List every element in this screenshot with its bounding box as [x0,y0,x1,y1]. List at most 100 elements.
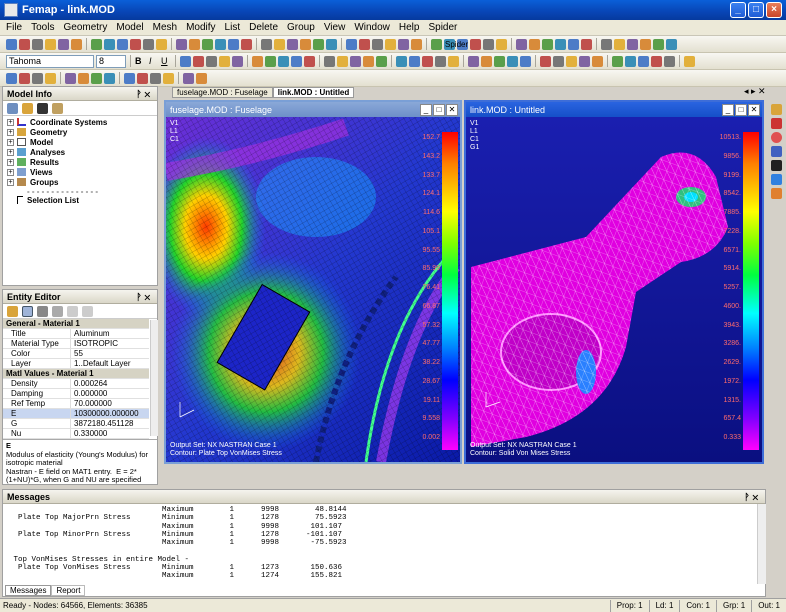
toolbar-tool-icon[interactable] [206,55,217,67]
tree-item-analyses[interactable]: + Analyses [3,147,157,157]
toolbar-tool-icon[interactable] [32,72,43,84]
toolbar-tool-icon[interactable] [592,55,603,67]
view-maximize-button[interactable]: □ [433,103,445,116]
toolbar-tool-icon[interactable] [431,38,442,50]
toolbar-tool-icon[interactable] [579,55,590,67]
toolbar-tool-icon[interactable] [278,55,289,67]
minimize-button[interactable]: _ [730,2,746,18]
property-section-header[interactable]: General - Material 1 [3,319,149,329]
toolbar-tool-icon[interactable] [252,55,263,67]
editor-tool-icon[interactable] [52,306,63,317]
property-row[interactable]: Nu 0.330000 [3,429,149,439]
toolbar-tool-icon[interactable] [6,72,17,84]
document-tab-controls[interactable]: ◂ ▸ ✕ [744,86,766,97]
panel-pin-close-icon[interactable]: ᚹ✕ [136,89,153,99]
tree-tool-icon[interactable] [52,103,63,114]
toolbar-tool-icon[interactable] [313,38,324,50]
toolbar-tool-icon[interactable] [529,38,540,50]
property-row[interactable]: Material Type ISOTROPIC [3,339,149,349]
tree-item-model[interactable]: + Model [3,137,157,147]
maximize-button[interactable]: □ [748,2,764,18]
tab-report[interactable]: Report [51,585,86,596]
toolbar-tool-icon[interactable] [19,38,30,50]
toolbar-tool-icon[interactable] [601,38,612,50]
toolbar-tool-icon[interactable] [287,38,298,50]
menu-spider[interactable]: Spider [428,22,457,33]
menu-delete[interactable]: Delete [249,22,278,33]
side-tool-icon[interactable] [770,160,782,171]
view-maximize-button[interactable]: □ [735,103,747,116]
toolbar-tool-icon[interactable] [163,72,174,84]
menu-list[interactable]: List [225,22,241,33]
bold-icon[interactable]: B [135,56,147,66]
view-minimize-button[interactable]: _ [420,103,432,116]
tree-tool-icon[interactable] [7,103,18,114]
tree-tool-icon[interactable] [37,103,48,114]
property-row-selected[interactable]: E 10300000.000000 [3,409,149,419]
toolbar-tool-icon[interactable] [300,38,311,50]
toolbar-tool-icon[interactable] [65,72,76,84]
tab-link[interactable]: link.MOD : Untitled [272,87,355,98]
toolbar-tool-icon[interactable] [183,72,194,84]
property-row[interactable]: Ref Temp 70.000000 [3,399,149,409]
toolbar-tool-icon[interactable] [396,55,407,67]
toolbar-tool-icon[interactable] [45,38,56,50]
tree-item-results[interactable]: + Results [3,157,157,167]
toolbar-tool-icon[interactable] [385,38,396,50]
toolbar-tool-icon[interactable] [568,38,579,50]
side-tool-icon[interactable] [770,146,782,157]
toolbar-tool-icon[interactable] [215,38,226,50]
toolbar-tool-icon[interactable] [6,38,17,50]
toolbar-tool-icon[interactable] [494,55,505,67]
toolbar-tool-icon[interactable] [71,38,82,50]
property-row[interactable]: Title Aluminum [3,329,149,339]
editor-tool-icon[interactable] [7,306,18,317]
tree-item-groups[interactable]: + Groups [3,177,157,187]
toolbar-tool-icon[interactable] [337,55,348,67]
toolbar-tool-icon[interactable] [483,38,494,50]
tab-messages[interactable]: Messages [5,585,52,596]
toolbar-tool-icon[interactable] [448,55,459,67]
toolbar-tool-icon[interactable] [363,55,374,67]
toolbar-tool-icon[interactable] [304,55,315,67]
panel-pin-close-icon[interactable]: ᚹ✕ [136,292,153,302]
toolbar-tool-icon[interactable] [468,55,479,67]
toolbar-tool-icon[interactable] [124,72,135,84]
property-row[interactable]: G 3872180.451128 [3,419,149,429]
toolbar-tool-icon[interactable] [180,55,191,67]
side-tool-icon[interactable] [770,188,782,199]
fuselage-viewport[interactable]: fuselage.MOD : Fuselage _ □ ✕ V1 L1 C1 152.7… [164,100,462,464]
toolbar-tool-icon[interactable] [625,55,636,67]
link-viewport[interactable]: link.MOD : Untitled _ □ ✕ V1 L1 C1 G1 10513. 9… [464,100,764,464]
toolbar-tool-icon[interactable] [104,38,115,50]
property-row[interactable]: Layer 1..Default Layer [3,359,149,369]
menu-view[interactable]: View [324,22,346,33]
side-tool-icon[interactable] [770,104,782,115]
panel-pin-close-icon[interactable]: ᚹ✕ [744,492,761,502]
toolbar-tool-icon[interactable] [581,38,592,50]
toolbar-tool-icon[interactable] [176,38,187,50]
font-size-combo[interactable]: 8 [96,54,126,68]
toolbar-tool-icon[interactable] [291,55,302,67]
toolbar-tool-icon[interactable] [232,55,243,67]
toolbar-tool-icon[interactable] [189,38,200,50]
menu-tools[interactable]: Tools [31,22,54,33]
italic-icon[interactable]: I [149,56,159,66]
close-button[interactable]: × [766,2,782,18]
property-row[interactable]: Damping 0.000000 [3,389,149,399]
toolbar-tool-icon[interactable] [219,55,230,67]
menu-file[interactable]: File [6,22,22,33]
menu-group[interactable]: Group [287,22,315,33]
property-section-header[interactable]: Matl Values - Material 1 [3,369,149,379]
tree-item-coordinate-systems[interactable]: + Coordinate Systems [3,117,157,127]
toolbar-tool-icon[interactable] [261,38,272,50]
toolbar-tool-icon[interactable] [372,38,383,50]
toolbar-tool-icon[interactable] [359,38,370,50]
toolbar-tool-icon[interactable] [91,38,102,50]
toolbar-tool-icon[interactable] [202,38,213,50]
toolbar-tool-icon[interactable] [91,72,102,84]
toolbar-tool-icon[interactable] [228,38,239,50]
toolbar-tool-icon[interactable] [555,38,566,50]
property-row[interactable]: Density 0.000264 [3,379,149,389]
toolbar-tool-icon[interactable] [265,55,276,67]
